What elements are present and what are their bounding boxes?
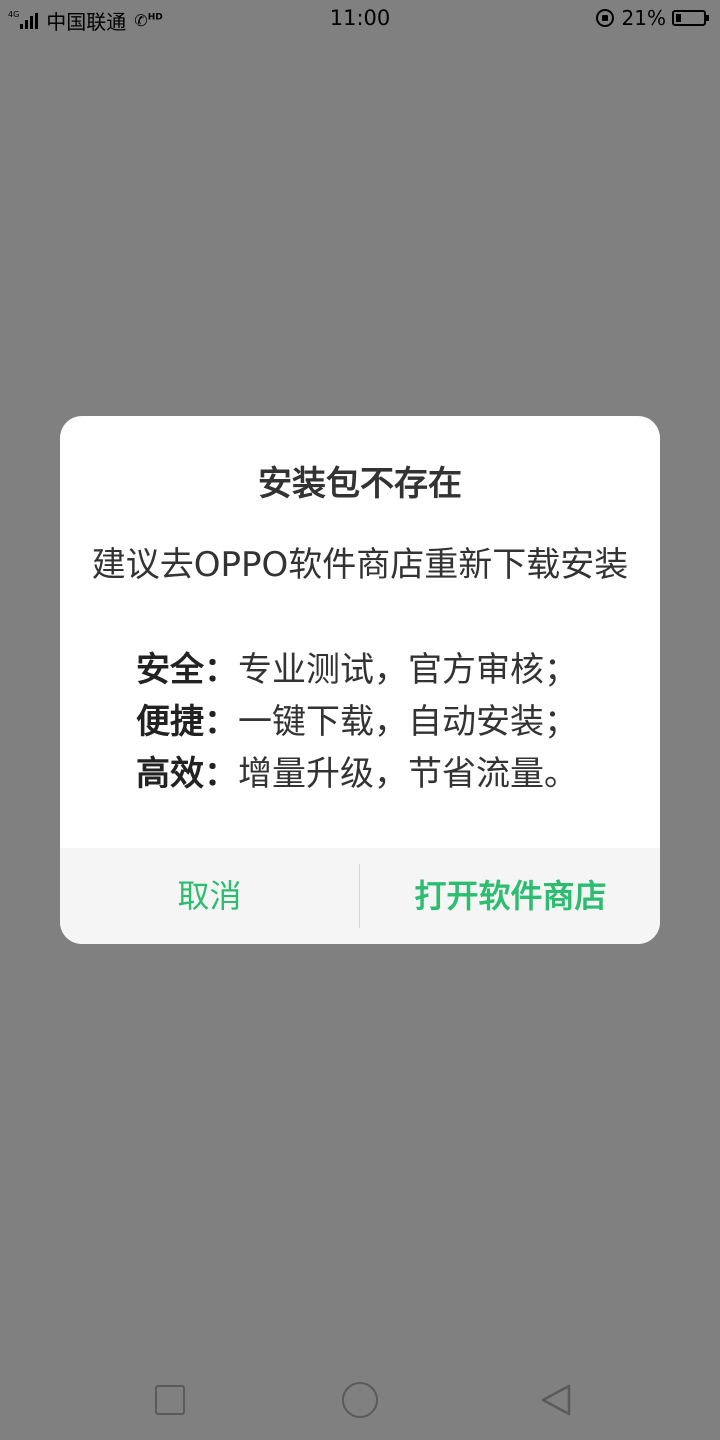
back-icon[interactable]	[537, 1382, 573, 1418]
navigation-bar	[0, 1360, 720, 1440]
feature-text: 一键下载，自动安装；	[238, 702, 578, 742]
rotation-lock-icon	[595, 9, 614, 27]
feature-text: 增量升级，节省流量。	[238, 754, 578, 794]
button-divider	[359, 864, 360, 928]
status-right: 21%	[595, 6, 709, 30]
dialog-message: 建议去OPPO软件商店重新下载安装	[91, 545, 629, 585]
feature-row-convenience: 便捷：一键下载，自动安装；	[136, 696, 578, 748]
package-missing-dialog: 安装包不存在 建议去OPPO软件商店重新下载安装 安全：专业测试，官方审核； 便…	[60, 416, 660, 944]
feature-row-safety: 安全：专业测试，官方审核；	[136, 644, 578, 696]
screen: 4G 中国联通 ✆HD 11:00 21% 安装包不存在 建议去OPPO软件商店…	[0, 0, 720, 1440]
feature-text: 专业测试，官方审核；	[238, 650, 578, 690]
recents-icon[interactable]	[155, 1385, 185, 1415]
battery-percent: 21%	[621, 6, 666, 30]
home-icon[interactable]	[342, 1382, 378, 1418]
status-bar: 4G 中国联通 ✆HD 11:00 21%	[0, 0, 720, 38]
cancel-button[interactable]: 取消	[60, 848, 359, 944]
feature-label: 便捷：	[136, 702, 238, 742]
dialog-title: 安装包不存在	[258, 464, 462, 504]
open-app-store-button[interactable]: 打开软件商店	[361, 848, 660, 944]
battery-icon	[672, 10, 709, 26]
feature-list: 安全：专业测试，官方审核； 便捷：一键下载，自动安装； 高效：增量升级，节省流量…	[136, 644, 578, 800]
dialog-button-bar: 取消 打开软件商店	[60, 848, 660, 944]
battery-fill	[676, 14, 682, 22]
feature-row-efficiency: 高效：增量升级，节省流量。	[136, 748, 578, 800]
feature-label: 安全：	[136, 650, 238, 690]
feature-label: 高效：	[136, 754, 238, 794]
